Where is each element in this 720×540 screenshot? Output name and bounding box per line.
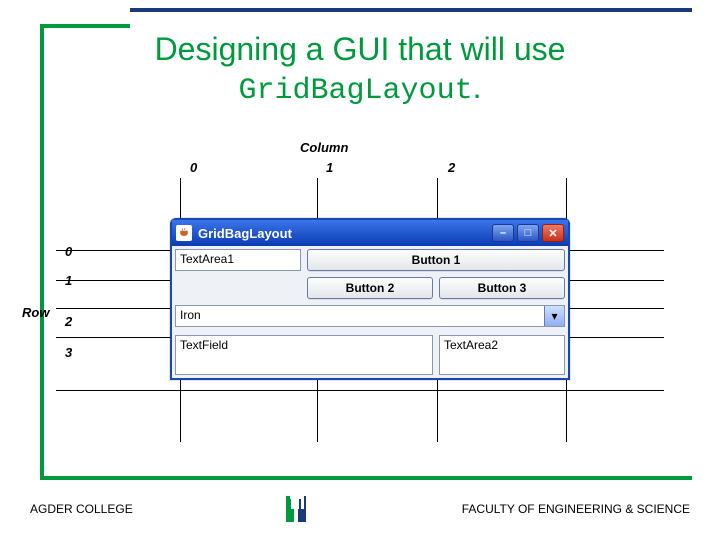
- column-index-0: 0: [190, 160, 197, 175]
- minimize-button[interactable]: –: [492, 224, 514, 242]
- footer-left: AGDER COLLEGE: [30, 502, 133, 516]
- slide-footer: AGDER COLLEGE FACULTY OF ENGINEERING & S…: [0, 492, 720, 526]
- row-header-label: Row: [22, 305, 49, 320]
- minimize-icon: –: [500, 227, 506, 239]
- footer-right: FACULTY OF ENGINEERING & SCIENCE: [462, 502, 690, 516]
- combo-selected: Iron: [176, 306, 544, 326]
- row-index-0: 0: [65, 244, 72, 259]
- close-button[interactable]: ✕: [542, 224, 564, 242]
- row-index-2: 2: [65, 314, 72, 329]
- slide-title: Designing a GUI that will use GridBagLay…: [0, 30, 720, 109]
- title-code: GridBagLayout: [239, 74, 473, 108]
- column-header-label: Column: [300, 140, 348, 155]
- java-window: GridBagLayout – □ ✕ TextArea1 Button 1 B…: [170, 218, 570, 380]
- title-line1: Designing a GUI that will use: [0, 30, 720, 68]
- combo-box[interactable]: Iron ▾: [175, 305, 565, 327]
- maximize-button[interactable]: □: [517, 224, 539, 242]
- grid-row-0: TextArea1 Button 1: [172, 246, 568, 274]
- column-index-2: 2: [448, 160, 455, 175]
- row-index-3: 3: [65, 345, 72, 360]
- college-logo: [280, 492, 314, 526]
- window-title: GridBagLayout: [198, 226, 292, 241]
- slide-frame-bottom: [40, 476, 692, 480]
- textarea2[interactable]: TextArea2: [439, 335, 565, 375]
- window-titlebar[interactable]: GridBagLayout – □ ✕: [172, 220, 568, 246]
- close-icon: ✕: [548, 227, 557, 240]
- button-1[interactable]: Button 1: [307, 249, 565, 271]
- java-cup-icon: [176, 225, 192, 241]
- combo-dropdown-button[interactable]: ▾: [544, 306, 564, 326]
- textarea1[interactable]: TextArea1: [175, 249, 301, 271]
- slide-top-accent: [130, 8, 692, 12]
- grid-hline-4: [56, 390, 664, 391]
- grid-row-3: TextField TextArea2: [172, 330, 568, 378]
- column-header-text: Column: [300, 140, 348, 155]
- chevron-down-icon: ▾: [551, 309, 557, 323]
- grid-row-1: Button 2 Button 3: [172, 274, 568, 302]
- button-2[interactable]: Button 2: [307, 277, 433, 299]
- grid-row-2: Iron ▾: [172, 302, 568, 330]
- column-index-1: 1: [326, 160, 333, 175]
- window-client-area: TextArea1 Button 1 Button 2 Button 3 Iro…: [172, 246, 568, 378]
- window-buttons: – □ ✕: [492, 224, 564, 242]
- title-line2: GridBagLayout.: [0, 68, 720, 109]
- slide-frame-top: [40, 24, 130, 28]
- textfield[interactable]: TextField: [175, 335, 433, 375]
- title-tail: .: [473, 69, 482, 105]
- maximize-icon: □: [525, 227, 532, 239]
- button-3[interactable]: Button 3: [439, 277, 565, 299]
